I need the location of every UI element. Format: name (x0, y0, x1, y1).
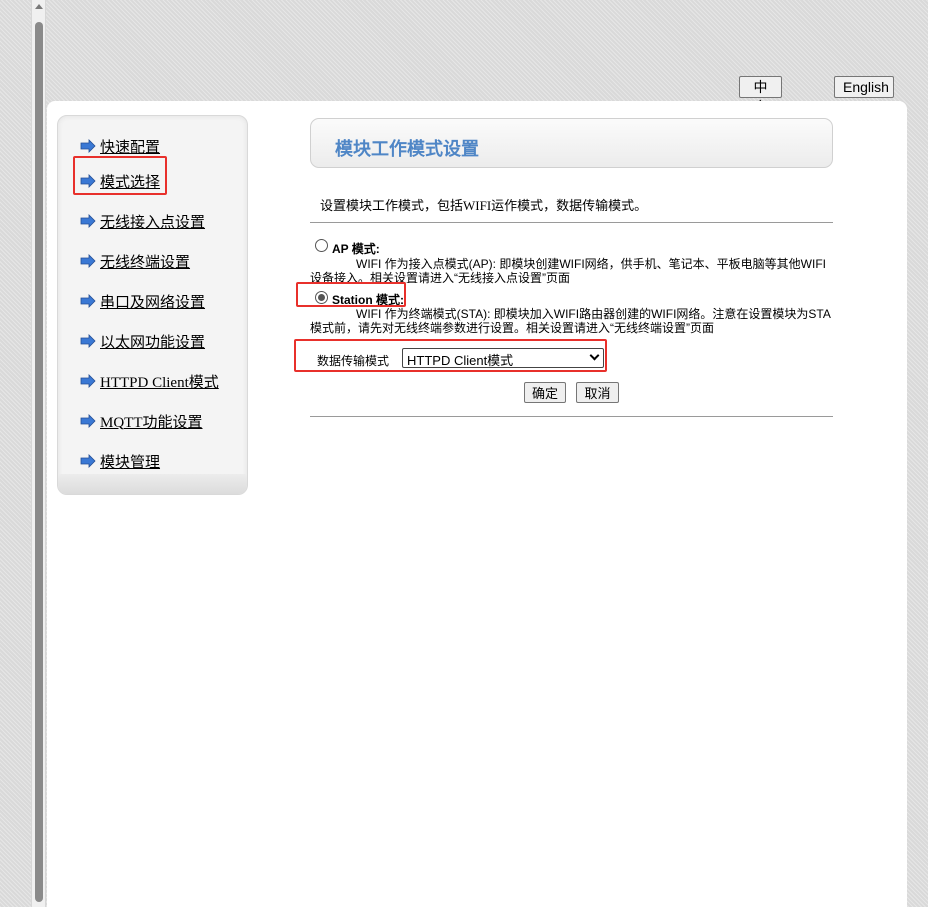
page-description: 设置模块工作模式，包括WIFI运作模式，数据传输模式。 (320, 198, 648, 213)
sidebar-item-httpd-client[interactable]: HTTPD Client模式 (80, 370, 219, 392)
sidebar-footer (58, 474, 247, 494)
sidebar-item-label: HTTPD Client模式 (100, 374, 219, 391)
arrow-right-icon (80, 139, 96, 153)
cancel-button[interactable]: 取消 (576, 382, 619, 403)
sidebar-item-label: 以太网功能设置 (100, 334, 206, 351)
english-language-button[interactable]: English (834, 76, 894, 98)
page-title: 模块工作模式设置 (335, 139, 479, 160)
ap-mode-label: AP 模式: (332, 242, 380, 256)
sidebar-item-module-management[interactable]: 模块管理 (80, 450, 160, 472)
sidebar-item-station-settings[interactable]: 无线终端设置 (80, 250, 190, 272)
scrollbar-thumb[interactable] (35, 22, 43, 902)
sidebar-item-label: MQTT功能设置 (100, 414, 203, 431)
sidebar-item-label: 模块管理 (100, 454, 161, 471)
ap-mode-radio[interactable] (315, 239, 328, 252)
arrow-right-icon (80, 374, 96, 388)
scroll-up-arrow-icon[interactable] (35, 4, 43, 9)
sidebar-item-serial-network[interactable]: 串口及网络设置 (80, 290, 205, 312)
ap-mode-description: WIFI 作为接入点模式(AP): 即模块创建WIFI网络，供手机、笔记本、平板… (310, 257, 826, 285)
arrow-right-icon (80, 294, 96, 308)
chinese-language-button[interactable]: 中文 (739, 76, 782, 115)
ok-button[interactable]: 确定 (524, 382, 566, 403)
sidebar-item-label: 串口及网络设置 (100, 294, 206, 311)
sidebar-item-mqtt[interactable]: MQTT功能设置 (80, 410, 203, 432)
sidebar-item-ethernet[interactable]: 以太网功能设置 (80, 330, 205, 352)
divider (310, 416, 833, 417)
sidebar-item-label: 快速配置 (100, 139, 161, 156)
divider (310, 222, 833, 223)
arrow-right-icon (80, 454, 96, 468)
page-header: 模块工作模式设置 (310, 118, 833, 168)
arrow-right-icon (80, 414, 96, 428)
sidebar-item-label: 无线接入点设置 (100, 214, 206, 231)
sidebar-item-label: 无线终端设置 (100, 254, 191, 271)
highlight-box-mode-select (73, 156, 167, 195)
content-panel: 快速配置 模式选择 无线接入点设置 无线终端设置 串口及网络设置 以太网功能设置… (47, 101, 907, 907)
highlight-box-station-mode (296, 282, 406, 307)
browser-scrollbar[interactable] (31, 0, 46, 907)
arrow-right-icon (80, 254, 96, 268)
station-mode-description: WIFI 作为终端模式(STA): 即模块加入WIFI路由器创建的WIFI网络。… (310, 307, 831, 335)
arrow-right-icon (80, 214, 96, 228)
arrow-right-icon (80, 334, 96, 348)
sidebar-item-quick-config[interactable]: 快速配置 (80, 135, 160, 157)
sidebar-item-ap-settings[interactable]: 无线接入点设置 (80, 210, 205, 232)
highlight-box-transfer-mode (294, 339, 607, 372)
